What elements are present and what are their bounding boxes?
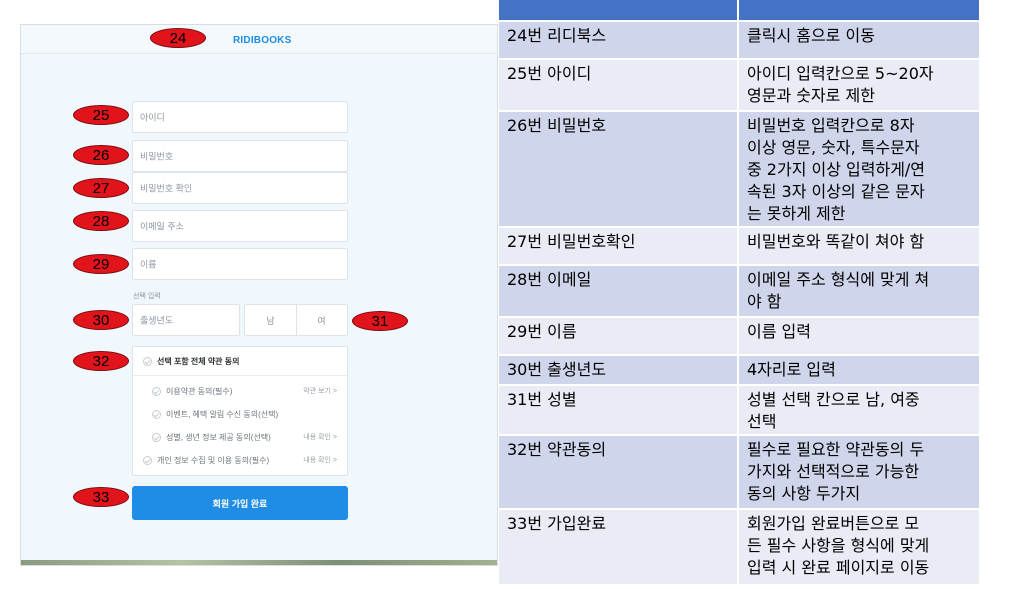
terms-item[interactable]: 이용약관 동의(필수) — [152, 384, 232, 398]
ridibooks-logo[interactable]: RIDIBOOKS — [233, 35, 291, 46]
table-row: 30번 출생년도 4자리로 입력 — [499, 354, 979, 384]
row-description-cell: 성별 선택 칸으로 남, 여중 선택 — [739, 386, 979, 434]
row-item-cell: 25번 아이디 — [499, 60, 739, 110]
gender-male-option[interactable]: 남 — [245, 305, 297, 335]
terms-view-link[interactable]: 내용 확인 > — [303, 430, 337, 444]
row-item-cell: 26번 비밀번호 — [499, 112, 739, 226]
terms-agree-all[interactable]: 선택 포함 전체 약관 동의 — [143, 354, 240, 368]
terms-item[interactable]: 개인 정보 수집 및 이용 동의(필수) — [143, 453, 269, 467]
marker-30: 30 — [73, 310, 129, 330]
check-icon — [152, 409, 161, 419]
check-icon — [152, 432, 161, 442]
table-row: 25번 아이디 아이디 입력칸으로 5~20자 영문과 숫자로 제한 — [499, 58, 979, 110]
terms-item-label: 성별, 생년 정보 제공 동의(선택) — [166, 432, 271, 442]
password-confirm-input[interactable]: 비밀번호 확인 — [132, 172, 348, 204]
gender-selector: 남 여 — [244, 304, 348, 336]
terms-item-label: 이용약관 동의(필수) — [166, 386, 233, 396]
table-header-cell — [499, 0, 739, 20]
terms-view-link[interactable]: 내용 확인 > — [303, 453, 337, 467]
marker-27: 27 — [73, 178, 129, 198]
row-description-cell: 클릭시 홈으로 이동 — [739, 22, 979, 58]
row-description-cell: 이메일 주소 형식에 맞게 쳐 야 함 — [739, 266, 979, 316]
marker-31: 31 — [352, 311, 408, 331]
check-icon — [143, 356, 152, 366]
terms-agree-all-label: 선택 포함 전체 약관 동의 — [157, 356, 240, 366]
check-icon — [143, 455, 152, 465]
table-row: 33번 가입완료 회원가입 완료버튼으로 모 든 필수 사항을 형식에 맞게 입… — [499, 508, 979, 584]
marker-32: 32 — [73, 351, 129, 371]
table-row: 28번 이메일 이메일 주소 형식에 맞게 쳐 야 함 — [499, 264, 979, 316]
optional-input-label: 선택 입력 — [133, 293, 161, 300]
terms-item-label: 개인 정보 수집 및 이용 동의(필수) — [157, 455, 270, 465]
marker-28: 28 — [73, 211, 129, 231]
marker-26: 26 — [73, 145, 129, 165]
password-input[interactable]: 비밀번호 — [132, 140, 348, 172]
background-strip — [21, 560, 497, 565]
birth-year-input[interactable]: 출생년도 — [132, 304, 240, 336]
marker-33: 33 — [73, 487, 129, 507]
table-header — [499, 0, 979, 20]
terms-item-label: 이벤트, 혜택 알림 수신 동의(선택) — [166, 409, 279, 419]
terms-divider — [133, 375, 347, 376]
name-input[interactable]: 이름 — [132, 248, 348, 280]
email-input[interactable]: 이메일 주소 — [132, 210, 348, 242]
name-placeholder: 이름 — [140, 259, 157, 270]
terms-agreement-box: 선택 포함 전체 약관 동의 이용약관 동의(필수) 약관 보기 > 이벤트, … — [132, 346, 348, 476]
birth-year-placeholder: 출생년도 — [140, 315, 174, 326]
row-description-cell: 4자리로 입력 — [739, 356, 979, 384]
terms-item[interactable]: 이벤트, 혜택 알림 수신 동의(선택) — [152, 407, 278, 421]
marker-29: 29 — [73, 254, 129, 274]
table-row: 31번 성별 성별 선택 칸으로 남, 여중 선택 — [499, 384, 979, 434]
row-item-cell: 32번 약관동의 — [499, 436, 739, 508]
table-header-cell — [739, 0, 979, 20]
id-input[interactable]: 아이디 — [132, 101, 348, 133]
check-icon — [152, 386, 161, 396]
row-description-cell: 필수로 필요한 약관동의 두 가지와 선택적으로 가능한 동의 사항 두가지 — [739, 436, 979, 508]
table-row: 29번 이름 이름 입력 — [499, 316, 979, 354]
row-description-cell: 아이디 입력칸으로 5~20자 영문과 숫자로 제한 — [739, 60, 979, 110]
row-item-cell: 33번 가입완료 — [499, 510, 739, 584]
row-item-cell: 27번 비밀번호확인 — [499, 228, 739, 264]
table-row: 24번 리디북스 클릭시 홈으로 이동 — [499, 20, 979, 58]
row-item-cell: 30번 출생년도 — [499, 356, 739, 384]
row-item-cell: 31번 성별 — [499, 386, 739, 434]
table-row: 27번 비밀번호확인 비밀번호와 똑같이 쳐야 함 — [499, 226, 979, 264]
table-row: 26번 비밀번호 비밀번호 입력칸으로 8자 이상 영문, 숫자, 특수문자 중… — [499, 110, 979, 226]
row-description-cell: 비밀번호와 똑같이 쳐야 함 — [739, 228, 979, 264]
row-description-cell: 비밀번호 입력칸으로 8자 이상 영문, 숫자, 특수문자 중 2가지 이상 입… — [739, 112, 979, 226]
terms-item[interactable]: 성별, 생년 정보 제공 동의(선택) — [152, 430, 271, 444]
row-description-cell: 이름 입력 — [739, 318, 979, 354]
row-item-cell: 29번 이름 — [499, 318, 739, 354]
marker-24: 24 — [150, 28, 206, 48]
email-placeholder: 이메일 주소 — [140, 221, 184, 232]
password-confirm-placeholder: 비밀번호 확인 — [140, 183, 193, 194]
terms-view-link[interactable]: 약관 보기 > — [303, 384, 337, 398]
description-table: 24번 리디북스 클릭시 홈으로 이동 25번 아이디 아이디 입력칸으로 5~… — [499, 0, 979, 584]
row-description-cell: 회원가입 완료버튼으로 모 든 필수 사항을 형식에 맞게 입력 시 완료 페이… — [739, 510, 979, 584]
table-row: 32번 약관동의 필수로 필요한 약관동의 두 가지와 선택적으로 가능한 동의… — [499, 434, 979, 508]
signup-submit-button[interactable]: 회원 가입 완료 — [132, 486, 348, 520]
row-item-cell: 24번 리디북스 — [499, 22, 739, 58]
password-placeholder: 비밀번호 — [140, 151, 174, 162]
marker-25: 25 — [73, 105, 129, 125]
id-placeholder: 아이디 — [140, 112, 165, 123]
mockup-header: RIDIBOOKS — [21, 25, 497, 54]
gender-female-option[interactable]: 여 — [296, 305, 347, 335]
row-item-cell: 28번 이메일 — [499, 266, 739, 316]
